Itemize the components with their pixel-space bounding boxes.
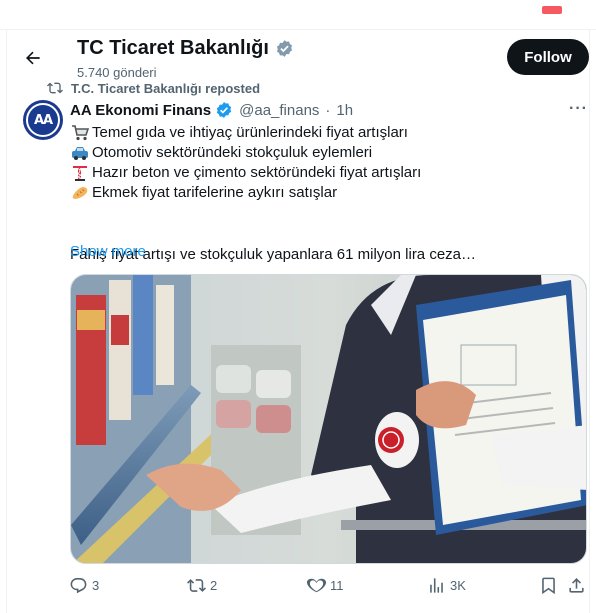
construction-crane-icon (70, 164, 90, 182)
avatar[interactable]: AA (23, 100, 63, 140)
repost-indicator[interactable]: T.C. Ticaret Bakanlığı reposted (47, 80, 260, 96)
tweet-text: Temel gıda ve ihtiyaç ürünlerindeki fiya… (70, 123, 580, 265)
reply-count: 3 (92, 578, 100, 593)
page-title: TC Ticaret Bakanlığı (77, 37, 294, 60)
shopping-cart-icon (70, 124, 90, 142)
notification-tag (542, 6, 562, 14)
profile-column: TC Ticaret Bakanlığı 5.740 gönderi Follo… (6, 30, 590, 613)
tweet-summary: Fahiş fiyat artışı ve stokçuluk yapanlar… (70, 246, 477, 263)
like-button[interactable]: 11 (307, 576, 344, 595)
header-title-block: TC Ticaret Bakanlığı 5.740 gönderi (77, 37, 294, 80)
arrow-left-icon (26, 51, 40, 65)
browser-top-strip (0, 0, 596, 30)
more-icon: ··· (569, 100, 588, 117)
tweet-line: Otomotiv sektöründeki stokçuluk eylemler… (70, 143, 580, 163)
tweet-author-row: AA Ekonomi Finans @aa_finans · 1h (70, 101, 353, 119)
tweet-line: Hazır beton ve çimento sektöründeki fiya… (70, 163, 580, 183)
views-chart-icon (430, 578, 443, 593)
views-button[interactable]: 3K (427, 576, 466, 595)
page-title-text: TC Ticaret Bakanlığı (77, 37, 269, 59)
repost-button[interactable]: 2 (187, 576, 217, 595)
back-button[interactable] (19, 44, 47, 72)
tweet-line: Temel gıda ve ihtiyaç ürünlerindeki fiya… (70, 123, 580, 143)
car-icon (70, 144, 90, 162)
author-handle[interactable]: @aa_finans (239, 102, 319, 119)
show-more-link[interactable]: Show more (70, 243, 146, 260)
inspector-photo-illustration (71, 275, 586, 563)
view-count: 3K (450, 578, 466, 593)
more-options-button[interactable]: ··· (569, 100, 588, 118)
tweet-line-text: Temel gıda ve ihtiyaç ürünlerindeki fiya… (92, 124, 408, 141)
repost-text: T.C. Ticaret Bakanlığı reposted (71, 80, 261, 96)
bread-icon (70, 184, 90, 202)
tweet-line: Ekmek fiyat tarifelerine aykırı satışlar (70, 183, 580, 203)
follow-button[interactable]: Follow (507, 39, 589, 75)
share-button[interactable] (567, 576, 586, 595)
reply-button[interactable]: 3 (69, 576, 99, 595)
aa-logo: AA (26, 103, 60, 137)
repost-icon (187, 579, 206, 592)
bookmark-icon (542, 577, 555, 595)
tweet-line-text: Ekmek fiyat tarifelerine aykırı satışlar (92, 184, 338, 201)
verified-badge-icon (217, 102, 232, 118)
repost-icon (47, 82, 63, 94)
author-name[interactable]: AA Ekonomi Finans (70, 102, 211, 119)
repost-count: 2 (210, 578, 218, 593)
tweet-actions: 3 2 11 3K (67, 576, 587, 600)
like-count: 11 (330, 578, 344, 593)
dot-separator: · (325, 101, 331, 119)
tweet-photo[interactable] (70, 274, 587, 564)
posts-count: 5.740 gönderi (77, 65, 157, 80)
tweet-line-text: Hazır beton ve çimento sektöründeki fiya… (92, 164, 422, 181)
bookmark-button[interactable] (539, 576, 558, 595)
tweet-line-text: Otomotiv sektöründeki stokçuluk eylemler… (92, 144, 373, 161)
heart-icon (307, 578, 326, 593)
avatar-text: AA (33, 112, 53, 128)
reply-icon (70, 577, 87, 594)
share-icon (569, 578, 584, 593)
verified-badge-icon (276, 40, 292, 57)
profile-header: TC Ticaret Bakanlığı 5.740 gönderi Follo… (7, 30, 589, 84)
tweet-time[interactable]: 1h (336, 102, 353, 119)
